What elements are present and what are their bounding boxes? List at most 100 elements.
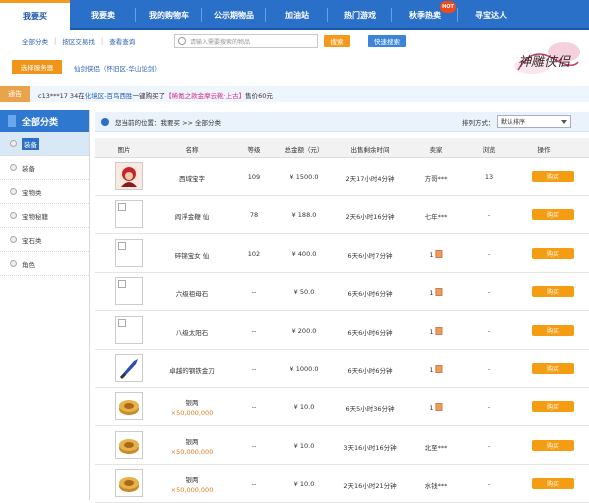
ticker-user: c13***17 34在 (38, 92, 85, 100)
bullet-icon (10, 188, 17, 195)
buy-button[interactable]: 购买 (532, 363, 574, 374)
tab-label: 寻宝达人 (475, 10, 507, 20)
item-name[interactable]: 阎浮金鞭 仙 (175, 211, 210, 221)
item-quantity: ×50,000,000 (170, 409, 214, 418)
broken-image-icon[interactable] (115, 277, 143, 306)
item-name[interactable]: 六级祖母石 (176, 288, 209, 298)
item-name[interactable]: 卓越的钢铁金刀 (169, 365, 215, 375)
broken-image-icon[interactable] (115, 315, 143, 344)
view-count: - (487, 403, 491, 412)
sidebar-item-label: 角色 (22, 260, 35, 269)
seller-name: 1 (429, 403, 443, 412)
item-price: ¥ 10.0 (293, 480, 315, 489)
tab-autumn-sale[interactable]: 秋季热卖 HOT (392, 0, 458, 30)
sidebar-item-equipment[interactable]: 装备 (0, 156, 89, 180)
buy-button[interactable]: 购买 (532, 401, 574, 413)
search-input[interactable]: 请输入需要搜索的物品 (174, 34, 318, 48)
search-icon (178, 37, 186, 45)
buy-button[interactable]: 购买 (532, 286, 574, 298)
item-name[interactable]: 西域宝字 (179, 173, 205, 183)
table-row[interactable]: 西域宝字 109 ¥ 1500.0 2天17小时4分钟 方哥*** 13 购买 (95, 158, 589, 196)
table-row[interactable]: 卓越的钢铁金刀 -- ¥ 1000.0 6天6小时6分钟 1 - 购买 (95, 350, 589, 388)
item-level: -- (251, 326, 257, 335)
tab-label: 我要买 (23, 12, 47, 21)
location-pin-icon (101, 117, 109, 126)
item-name[interactable]: 八级太阳石 (176, 327, 209, 337)
tab-buy[interactable]: 我要买 (0, 0, 70, 30)
sidebar-item-treasure-manuals[interactable]: 宝物秘籍 (0, 204, 89, 228)
table-row[interactable]: 银两 ×50,000,000 -- ¥ 10.0 3天16小时16分钟 北至*** - 购买 (95, 427, 589, 465)
item-price: ¥ 50.0 (293, 288, 315, 297)
table-header: 图片 名称 等级 总金额（元） 出售剩余时间 卖家 浏览 操作 (95, 138, 589, 158)
broken-image-icon[interactable] (115, 200, 143, 229)
col-header-image: 图片 (117, 146, 131, 154)
item-thumbnail[interactable] (115, 430, 143, 459)
breadcrumb-text: 您当前的位置：我要买 >> 全部分类 (115, 118, 222, 127)
bullet-icon (10, 236, 17, 243)
item-name[interactable]: 银两 (186, 436, 199, 446)
item-price: ¥ 10.0 (293, 441, 315, 450)
tab-gas-station[interactable]: 加油站 (266, 0, 328, 30)
item-level: 109 (247, 173, 261, 181)
col-header-price[interactable]: 总金额（元） (285, 144, 324, 154)
tab-cart[interactable]: 我的购物车 (136, 0, 202, 30)
tab-treasure-hunter[interactable]: 寻宝达人 (458, 0, 524, 30)
col-header-time[interactable]: 出售剩余时间 (351, 144, 390, 154)
sidebar-item-gems[interactable]: 宝石类 (0, 228, 89, 252)
tab-hot-games[interactable]: 热门游戏 (328, 0, 392, 30)
link-all-categories[interactable]: 全部分类 (22, 36, 48, 46)
seller-name: 1 (429, 326, 443, 336)
item-thumbnail[interactable] (115, 392, 143, 421)
seller-badge-icon (435, 365, 443, 373)
bullet-icon (10, 212, 17, 219)
buy-button[interactable]: 购买 (532, 478, 574, 490)
buy-button[interactable]: 购买 (532, 171, 574, 182)
link-check-query[interactable]: 查看查询 (109, 36, 135, 46)
item-name[interactable]: 银两 (186, 397, 199, 407)
buy-button[interactable]: 购买 (532, 247, 574, 259)
seller-name: 北至*** (424, 443, 448, 452)
sort-select[interactable]: 默认排序 (497, 115, 571, 128)
sidebar-item-equipment-active[interactable]: 装备 (0, 132, 89, 156)
buy-button[interactable]: 购买 (532, 324, 574, 336)
ticker-item[interactable]: 【稀氪之款金摩云靴·上古】 (165, 92, 245, 100)
view-count: - (487, 365, 491, 373)
table-row[interactable]: 碎锦宝女 仙 102 ¥ 400.0 6天6小时7分钟 1 - 购买 (95, 235, 589, 273)
ticker-server[interactable]: 化境区-百鸟西胜 (85, 92, 133, 100)
time-remaining: 6天6小时6分钟 (347, 367, 393, 375)
table-row[interactable]: 阎浮金鞭 仙 78 ¥ 188.0 2天6小时16分钟 七年*** - 购买 (95, 196, 589, 235)
item-name[interactable]: 银两 (186, 474, 199, 484)
ticker-price: 售价60元 (245, 92, 273, 100)
time-remaining: 6天5小时36分钟 (345, 405, 395, 414)
seller-badge-icon (435, 403, 443, 412)
search-placeholder: 请输入需要搜索的物品 (190, 38, 251, 46)
item-thumbnail[interactable] (115, 162, 143, 190)
item-thumbnail[interactable] (115, 469, 143, 498)
select-server-button[interactable]: 选择服务器 (12, 60, 62, 74)
table-row[interactable]: 八级太阳石 -- ¥ 200.0 6天6小时6分钟 1 - 购买 (95, 312, 589, 350)
item-price: ¥ 10.0 (293, 403, 315, 412)
tab-public-items[interactable]: 公示期物品 (202, 0, 266, 30)
item-level: -- (251, 365, 257, 373)
table-row[interactable]: 六级祖母石 -- ¥ 50.0 6天6小时6分钟 1 - 购买 (95, 273, 589, 312)
fast-search-button[interactable]: 快速搜索 (368, 35, 406, 47)
buy-button[interactable]: 购买 (532, 209, 574, 221)
seller-name: 水钱*** (424, 482, 448, 491)
sidebar-item-treasures[interactable]: 宝物类 (0, 180, 89, 204)
sidebar-item-label: 宝物类 (22, 188, 42, 197)
buy-button[interactable]: 购买 (532, 439, 574, 451)
view-count: - (487, 211, 491, 220)
item-thumbnail[interactable] (115, 354, 143, 382)
link-trade-by-server[interactable]: 按区交易找 (62, 36, 95, 46)
broken-image-icon[interactable] (115, 238, 143, 267)
view-count: - (487, 288, 491, 297)
tab-label: 热门游戏 (344, 10, 376, 20)
sidebar-item-characters[interactable]: 角色 (0, 252, 89, 276)
item-level: -- (251, 480, 257, 489)
sidebar-item-label: 装备 (22, 164, 35, 173)
tab-sell[interactable]: 我要卖 (70, 0, 136, 30)
search-button[interactable]: 搜索 (324, 35, 350, 47)
item-name[interactable]: 碎锦宝女 仙 (175, 250, 210, 260)
table-row[interactable]: 银两 ×50,000,000 -- ¥ 10.0 6天5小时36分钟 1 - 购买 (95, 388, 589, 427)
table-row[interactable]: 银两 ×50,000,000 -- ¥ 10.0 2天16小时21分钟 水钱*** - 购买 (95, 465, 589, 503)
